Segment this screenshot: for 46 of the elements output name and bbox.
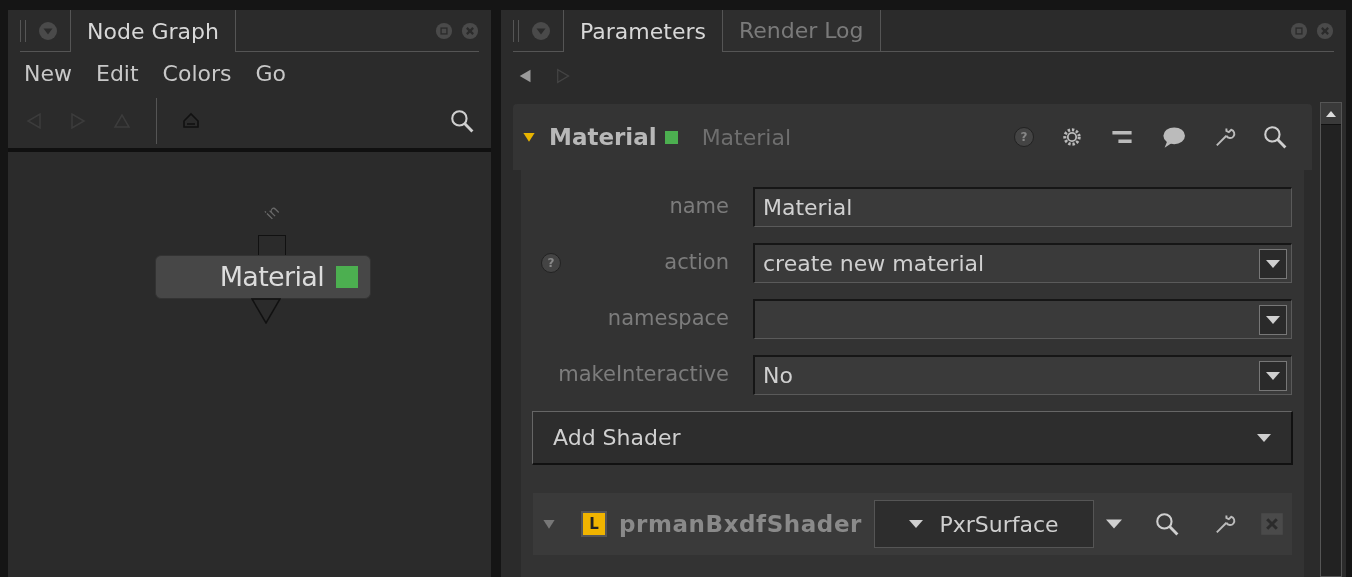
text-field[interactable]: Material <box>753 187 1292 227</box>
dropdown-field[interactable]: create new material <box>753 243 1292 283</box>
maximize-icon[interactable] <box>435 21 453 40</box>
close-icon[interactable] <box>1260 512 1284 536</box>
menu-item[interactable]: New <box>24 56 72 90</box>
search-icon[interactable] <box>1262 124 1288 150</box>
field-label: makeInteractive <box>558 361 729 389</box>
field-label: namespace <box>607 305 729 333</box>
caret-icon[interactable] <box>1259 304 1287 335</box>
panel-tab[interactable]: Parameters <box>563 10 723 52</box>
scrollbar[interactable] <box>1320 102 1342 577</box>
gear-icon[interactable] <box>1060 125 1084 149</box>
search-icon[interactable] <box>1154 511 1180 537</box>
panel-tab[interactable]: Node Graph <box>70 10 236 52</box>
dropdown-field[interactable]: No <box>753 355 1292 395</box>
dropdown-field[interactable] <box>753 299 1292 339</box>
port-label: in <box>260 201 284 225</box>
caret-icon[interactable] <box>1259 248 1287 279</box>
shader-dropdown[interactable]: PxrSurface <box>874 500 1094 548</box>
graph-node[interactable]: Material <box>155 255 371 299</box>
maximize-icon[interactable] <box>1290 21 1308 40</box>
field-label: name <box>669 193 729 221</box>
caret-icon[interactable] <box>1259 360 1287 391</box>
caret-icon <box>909 520 924 528</box>
node-name: Material <box>549 122 657 152</box>
menu-item[interactable]: Colors <box>162 56 232 90</box>
shader-name: prmanBxdfShader <box>619 509 862 539</box>
menu-item[interactable]: Go <box>255 56 287 90</box>
speech-bubble-icon[interactable] <box>1160 125 1186 149</box>
drag-handle-icon[interactable] <box>513 19 519 42</box>
add-shader-dropdown[interactable]: Add Shader <box>532 411 1293 465</box>
scroll-up-icon[interactable] <box>1321 103 1341 125</box>
close-icon[interactable] <box>461 21 479 40</box>
menu-item[interactable]: Edit <box>96 56 139 90</box>
caret-icon[interactable] <box>1106 519 1122 529</box>
caret-icon <box>1257 433 1271 442</box>
status-icon <box>664 130 678 144</box>
search-icon[interactable] <box>449 108 475 134</box>
panel-menu-icon[interactable] <box>38 20 58 41</box>
status-icon <box>336 266 358 288</box>
node-type: Material <box>701 123 791 152</box>
drag-handle-icon[interactable] <box>20 19 26 42</box>
panel-menu-icon[interactable] <box>531 20 551 41</box>
shader-badge: L <box>581 511 607 537</box>
field-label: action <box>664 249 729 277</box>
close-icon[interactable] <box>1316 21 1334 40</box>
